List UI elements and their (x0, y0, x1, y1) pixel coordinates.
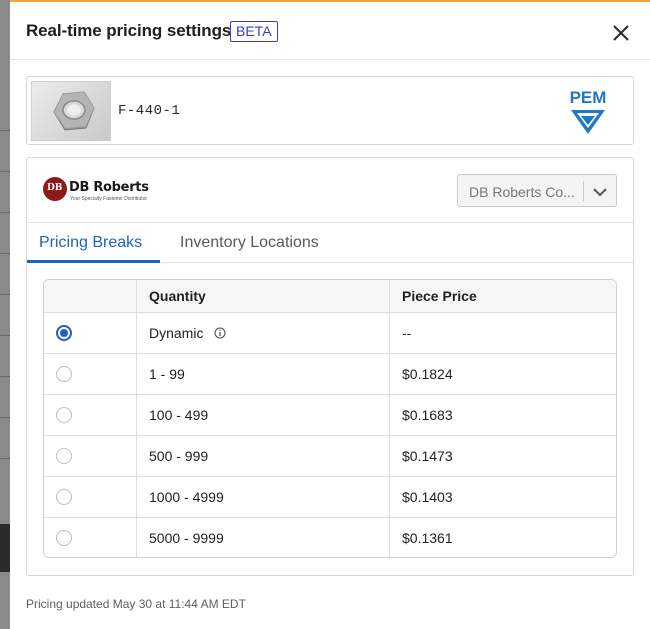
pricing-radio-dynamic[interactable] (56, 325, 72, 341)
tab-pricing-breaks[interactable]: Pricing Breaks (39, 234, 142, 252)
product-thumbnail (31, 81, 111, 141)
background-page-strip (0, 0, 10, 629)
table-row[interactable]: 500 - 999 $0.1473 (44, 436, 616, 477)
table-row[interactable]: 100 - 499 $0.1683 (44, 395, 616, 436)
distributor-select[interactable]: DB Roberts Co... (457, 174, 617, 207)
db-roberts-logo: DB DB Roberts Your Specialty Fastener Di… (43, 177, 155, 205)
pricing-radio[interactable] (56, 366, 72, 382)
pricing-radio[interactable] (56, 407, 72, 423)
db-roberts-mark-icon: DB (43, 177, 67, 201)
quantity-cell: 100 - 499 (149, 407, 209, 423)
price-cell: $0.1403 (402, 489, 453, 505)
dialog-title: Real-time pricing settings (26, 21, 232, 40)
table-row[interactable]: 5000 - 9999 $0.1361 (44, 518, 616, 557)
pem-logo-text: PEM (570, 88, 607, 107)
distributor-select-value: DB Roberts Co... (469, 184, 575, 200)
quantity-cell: 1 - 99 (149, 366, 185, 382)
header-select-cell (44, 280, 137, 312)
price-cell: $0.1473 (402, 448, 453, 464)
table-row[interactable]: 1000 - 4999 $0.1403 (44, 477, 616, 518)
dialog-header: Real-time pricing settings BETA (10, 2, 650, 60)
product-card: F-440-1 PEM (26, 76, 634, 145)
info-icon[interactable] (214, 327, 226, 339)
active-tab-indicator (27, 260, 160, 263)
pricing-settings-dialog: Real-time pricing settings BETA F-440-1 … (10, 0, 650, 629)
price-cell: $0.1361 (402, 530, 453, 546)
table-row[interactable]: 1 - 99 $0.1824 (44, 354, 616, 395)
price-cell: -- (402, 325, 412, 341)
hex-nut-image (53, 91, 95, 131)
pem-logo: PEM (570, 88, 607, 134)
distributor-logo-tagline: Your Specialty Fastener Distributor (70, 196, 148, 202)
pricing-radio[interactable] (56, 530, 72, 546)
header-quantity: Quantity (137, 280, 390, 312)
tab-inventory-locations[interactable]: Inventory Locations (180, 234, 319, 252)
quantity-cell: 1000 - 4999 (149, 489, 224, 505)
part-number: F-440-1 (118, 103, 181, 119)
header-piece-price: Piece Price (402, 288, 477, 304)
pricing-radio[interactable] (56, 489, 72, 505)
tab-bar: Pricing Breaks Inventory Locations (27, 223, 633, 263)
quantity-cell: 5000 - 9999 (149, 530, 224, 546)
price-cell: $0.1683 (402, 407, 453, 423)
pricing-table: Quantity Piece Price Dynamic -- 1 - 99 $… (43, 279, 617, 558)
price-cell: $0.1824 (402, 366, 453, 382)
distributor-header: DB DB Roberts Your Specialty Fastener Di… (27, 158, 633, 223)
distributor-card: DB DB Roberts Your Specialty Fastener Di… (26, 157, 634, 576)
table-row[interactable]: Dynamic -- (44, 313, 616, 354)
table-header-row: Quantity Piece Price (44, 280, 616, 313)
quantity-cell: Dynamic (149, 325, 204, 341)
chevron-down-icon[interactable] (592, 184, 608, 200)
pricing-updated-note: Pricing updated May 30 at 11:44 AM EDT (26, 597, 246, 611)
beta-badge: BETA (230, 21, 278, 42)
quantity-cell: 500 - 999 (149, 448, 209, 464)
close-icon[interactable] (610, 22, 632, 44)
distributor-logo-name: DB Roberts (69, 180, 149, 195)
pricing-radio[interactable] (56, 448, 72, 464)
